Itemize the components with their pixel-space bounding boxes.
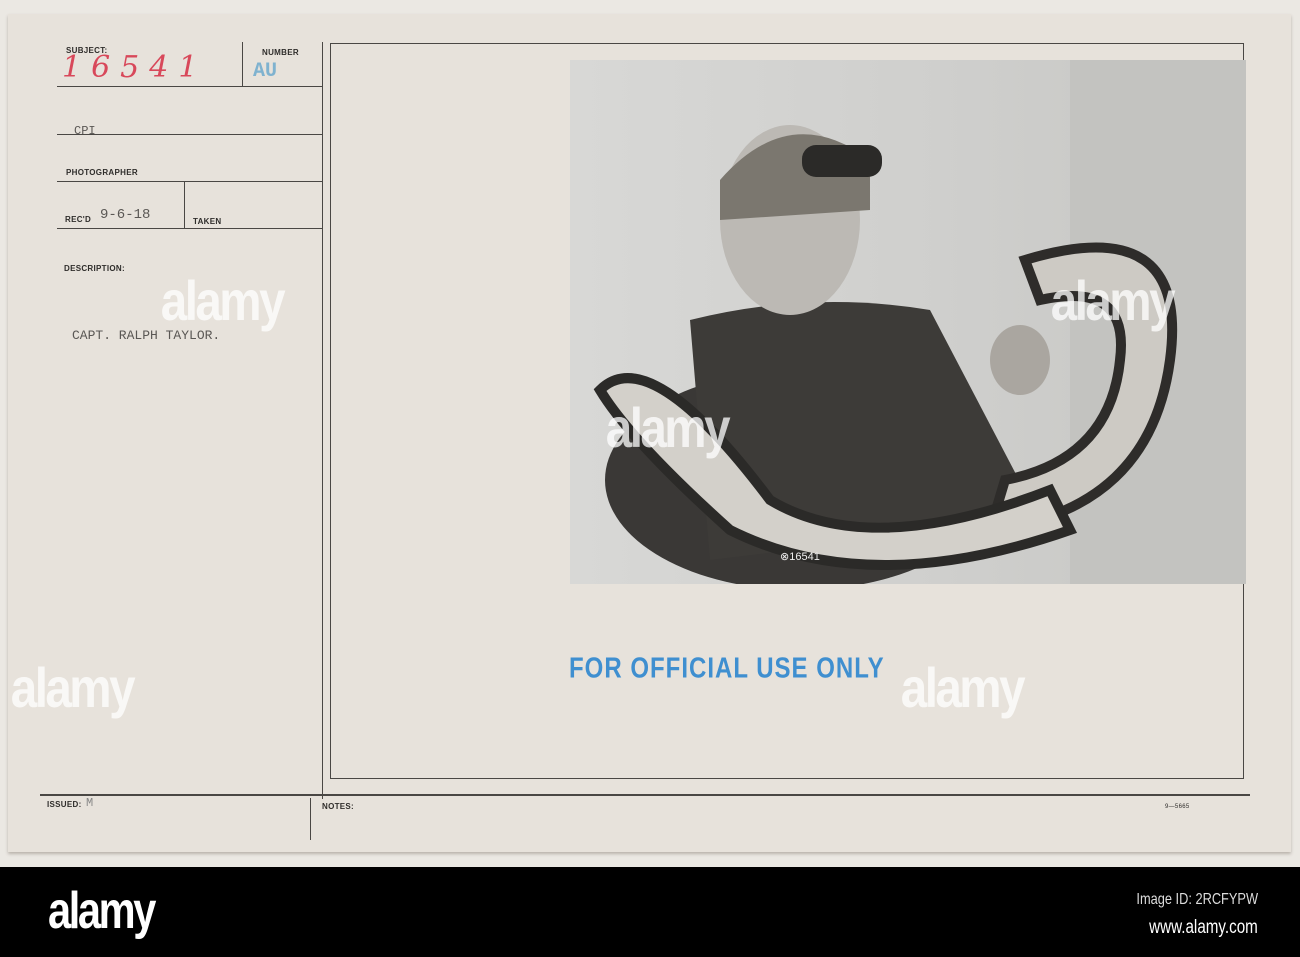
divider xyxy=(57,228,322,229)
issued-label: ISSUED: xyxy=(47,800,82,809)
subject-value: 16541 xyxy=(62,50,208,85)
divider xyxy=(310,798,311,840)
alamy-logo: alamy xyxy=(48,882,156,940)
photo-number: ⊗16541 xyxy=(780,551,820,563)
photographer-label: PHOTOGRAPHER xyxy=(66,168,138,177)
issued-value: M xyxy=(86,796,94,810)
watermark: alamy xyxy=(160,269,286,332)
divider xyxy=(57,181,322,182)
number-label: NUMBER xyxy=(262,48,299,57)
form-number: 9—5665 xyxy=(1165,804,1190,810)
divider xyxy=(57,86,322,87)
official-use-stamp: FOR OFFICIAL USE ONLY xyxy=(569,652,885,685)
number-value: AU xyxy=(253,60,278,83)
watermark-banner: alamy Image ID: 2RCFYPW www.alamy.com xyxy=(0,867,1300,957)
notes-label: NOTES: xyxy=(322,802,355,811)
divider xyxy=(322,42,323,799)
divider xyxy=(40,794,1250,796)
watermark: alamy xyxy=(900,656,1026,719)
recd-value: 9-6-18 xyxy=(100,207,151,223)
agency: CPI xyxy=(74,124,96,138)
image-id: Image ID: 2RCFYPW xyxy=(1136,891,1258,908)
description-label: DESCRIPTION: xyxy=(64,264,125,273)
divider xyxy=(242,42,243,86)
divider xyxy=(184,182,185,228)
watermark: alamy xyxy=(1050,269,1176,332)
taken-label: TAKEN xyxy=(193,217,222,226)
recd-label: REC'D xyxy=(65,215,92,224)
watermark: alamy xyxy=(10,656,136,719)
divider xyxy=(57,134,322,135)
watermark: alamy xyxy=(605,396,731,459)
alamy-url[interactable]: www.alamy.com xyxy=(1149,917,1258,939)
